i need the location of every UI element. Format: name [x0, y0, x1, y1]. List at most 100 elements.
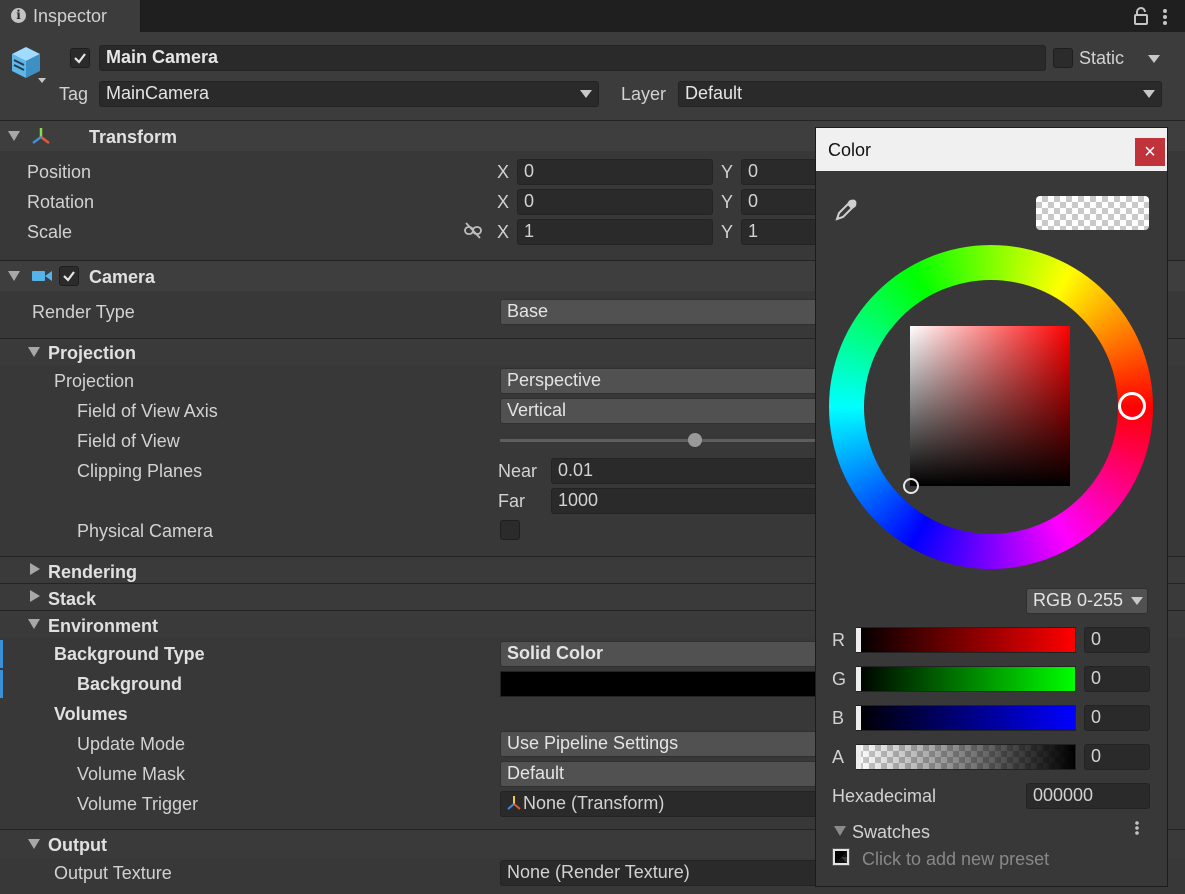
- fov-slider-track[interactable]: [500, 439, 820, 442]
- foldout-arrow-icon[interactable]: [834, 826, 846, 836]
- update-mode-dropdown[interactable]: Use Pipeline Settings: [500, 731, 830, 757]
- tag-dropdown[interactable]: MainCamera: [99, 81, 599, 107]
- far-label: Far: [498, 491, 525, 511]
- channel-b-thumb[interactable]: [856, 706, 861, 730]
- background-type-dropdown[interactable]: Solid Color: [500, 641, 830, 667]
- rotation-y-field[interactable]: 0: [741, 189, 821, 215]
- fov-axis-dropdown[interactable]: Vertical: [500, 398, 830, 424]
- physical-camera-checkbox[interactable]: [500, 520, 520, 540]
- channel-g-field[interactable]: 0: [1084, 666, 1150, 692]
- channel-g-slider[interactable]: [856, 666, 1076, 692]
- channel-a-field[interactable]: 0: [1084, 744, 1150, 770]
- tag-label: Tag: [59, 84, 89, 104]
- fov-slider-thumb[interactable]: [688, 433, 702, 447]
- static-checkbox[interactable]: [1053, 48, 1073, 68]
- scale-label: Scale: [27, 222, 73, 242]
- output-section-title: Output: [48, 835, 107, 855]
- position-y-field[interactable]: 0: [741, 159, 821, 185]
- projection-dropdown[interactable]: Perspective: [500, 368, 830, 394]
- position-x-field[interactable]: 0: [517, 159, 713, 185]
- swatches-label: Swatches: [852, 822, 931, 842]
- far-field[interactable]: 1000: [551, 488, 821, 514]
- static-label: Static: [1079, 48, 1125, 68]
- preset-swatch-icon[interactable]: [832, 848, 850, 866]
- transform-title: Transform: [89, 127, 178, 147]
- volume-mask-label: Volume Mask: [77, 764, 186, 784]
- tag-dropdown-value: MainCamera: [106, 83, 210, 103]
- foldout-arrow-icon[interactable]: [8, 131, 20, 141]
- render-type-label: Render Type: [32, 302, 135, 322]
- channel-r-field[interactable]: 0: [1084, 627, 1150, 653]
- camera-icon: [31, 268, 53, 284]
- camera-enabled-checkbox[interactable]: [59, 266, 79, 286]
- object-name-field[interactable]: Main Camera: [99, 45, 1046, 71]
- background-color-field[interactable]: [500, 671, 830, 697]
- modified-indicator: [0, 640, 3, 668]
- constrain-proportions-icon[interactable]: [463, 222, 483, 240]
- foldout-arrow-icon[interactable]: [8, 271, 20, 281]
- hexadecimal-label: Hexadecimal: [832, 786, 937, 806]
- channel-r-thumb[interactable]: [856, 628, 861, 652]
- eyedropper-icon[interactable]: [834, 196, 860, 222]
- tab-inspector[interactable]: i Inspector: [0, 0, 141, 32]
- foldout-arrow-icon[interactable]: [30, 563, 40, 575]
- camera-title: Camera: [89, 267, 156, 287]
- output-texture-label: Output Texture: [54, 863, 172, 883]
- channel-r-label: R: [832, 630, 845, 650]
- modified-indicator: [0, 670, 3, 698]
- color-mode-value: RGB 0-255: [1033, 590, 1124, 610]
- volume-mask-dropdown[interactable]: Default: [500, 761, 830, 787]
- color-picker-title: Color: [828, 140, 872, 160]
- near-field[interactable]: 0.01: [551, 458, 821, 484]
- static-dropdown-caret[interactable]: [1148, 55, 1160, 63]
- sv-handle[interactable]: [903, 478, 919, 494]
- scale-y-field[interactable]: 1: [741, 219, 821, 245]
- add-preset-hint[interactable]: Click to add new preset: [862, 847, 1049, 871]
- color-mode-dropdown[interactable]: RGB 0-255: [1026, 588, 1148, 614]
- saturation-value-square[interactable]: [910, 326, 1070, 486]
- rotation-x-label: X: [497, 192, 510, 212]
- physical-camera-label: Physical Camera: [77, 521, 214, 541]
- channel-r-slider[interactable]: [856, 627, 1076, 653]
- close-button[interactable]: ×: [1135, 138, 1165, 166]
- close-icon: ×: [1144, 141, 1156, 163]
- rotation-y-label: Y: [721, 192, 734, 212]
- channel-a-slider[interactable]: [856, 744, 1076, 770]
- scale-y-label: Y: [721, 222, 734, 242]
- active-checkbox[interactable]: [70, 48, 90, 68]
- volumes-label: Volumes: [54, 704, 128, 724]
- foldout-arrow-icon[interactable]: [28, 619, 40, 629]
- scale-x-label: X: [497, 222, 510, 242]
- channel-a-thumb[interactable]: [856, 745, 861, 769]
- layer-dropdown[interactable]: Default: [678, 81, 1162, 107]
- tab-bar: [0, 0, 1185, 32]
- channel-g-thumb[interactable]: [856, 667, 861, 691]
- position-label: Position: [27, 162, 92, 182]
- chevron-down-icon: [1143, 90, 1155, 98]
- rotation-x-field[interactable]: 0: [517, 189, 713, 215]
- more-options-icon[interactable]: [1162, 8, 1168, 26]
- output-texture-field[interactable]: None (Render Texture): [500, 860, 830, 886]
- chevron-down-icon: [580, 90, 592, 98]
- hue-handle[interactable]: [1118, 392, 1146, 420]
- transform-icon: [30, 126, 52, 146]
- volume-trigger-value: None (Transform): [523, 793, 665, 813]
- stack-section-title: Stack: [48, 589, 97, 609]
- lock-icon[interactable]: [1133, 6, 1149, 26]
- foldout-arrow-icon[interactable]: [28, 839, 40, 849]
- channel-b-slider[interactable]: [856, 705, 1076, 731]
- render-type-dropdown[interactable]: Base: [500, 299, 830, 325]
- info-icon: i: [11, 8, 26, 23]
- environment-section-title: Environment: [48, 616, 159, 636]
- position-y-label: Y: [721, 162, 734, 182]
- hexadecimal-field[interactable]: 000000: [1026, 783, 1150, 809]
- channel-b-field[interactable]: 0: [1084, 705, 1150, 731]
- projection-section-title: Projection: [48, 343, 137, 363]
- tab-title: Inspector: [33, 6, 108, 26]
- volume-trigger-field[interactable]: None (Transform): [500, 791, 830, 817]
- foldout-arrow-icon[interactable]: [30, 590, 40, 602]
- foldout-arrow-icon[interactable]: [28, 347, 40, 357]
- swatches-menu-icon[interactable]: [1134, 820, 1140, 836]
- transform-icon: [505, 794, 523, 812]
- scale-x-field[interactable]: 1: [517, 219, 713, 245]
